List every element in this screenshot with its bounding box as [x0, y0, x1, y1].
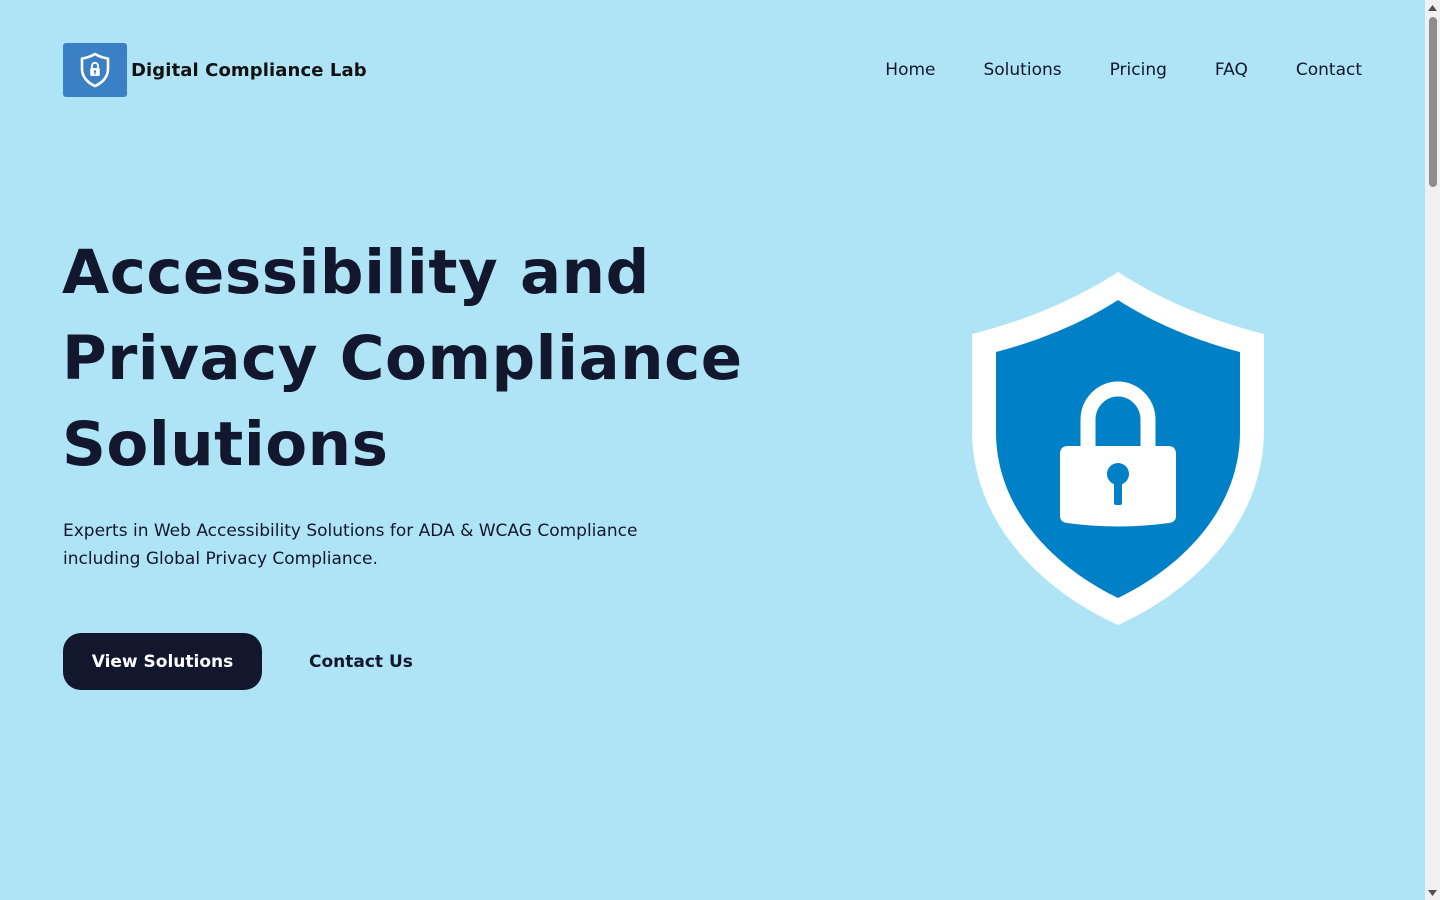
scrollbar-thumb[interactable]	[1429, 17, 1437, 187]
hero-title: Accessibility and Privacy Compliance Sol…	[62, 230, 842, 488]
hero-title-line: Solutions	[62, 409, 389, 480]
brand-name: Digital Compliance Lab	[131, 59, 367, 81]
nav-contact-link[interactable]: Contact	[1296, 58, 1362, 82]
view-solutions-button[interactable]: View Solutions	[63, 633, 262, 690]
vertical-scrollbar[interactable]	[1425, 0, 1440, 900]
scroll-up-arrow-icon[interactable]	[1425, 0, 1440, 15]
nav-home-link[interactable]: Home	[885, 58, 935, 82]
hero-title-line: Privacy Compliance	[62, 323, 743, 394]
nav-pricing-link[interactable]: Pricing	[1110, 58, 1167, 82]
hero-title-line: Accessibility and	[62, 237, 650, 308]
nav-solutions-link[interactable]: Solutions	[983, 58, 1061, 82]
nav-faq-link[interactable]: FAQ	[1215, 58, 1248, 82]
main-nav: Home Solutions Pricing FAQ Contact	[885, 58, 1362, 82]
shield-lock-icon	[972, 272, 1264, 625]
hero-subtitle-line: Experts in Web Accessibility Solutions f…	[63, 521, 638, 541]
scroll-down-arrow-icon[interactable]	[1425, 885, 1440, 900]
contact-us-button[interactable]: Contact Us	[295, 633, 427, 690]
brand-home-link[interactable]: Digital Compliance Lab	[63, 43, 367, 97]
hero-subtitle-line: including Global Privacy Compliance.	[63, 549, 378, 569]
shield-lock-icon	[80, 52, 110, 88]
page: Digital Compliance Lab Home Solutions Pr…	[0, 0, 1425, 900]
site-header: Digital Compliance Lab Home Solutions Pr…	[0, 0, 1425, 140]
brand-logo	[63, 43, 127, 97]
hero-subtitle: Experts in Web Accessibility Solutions f…	[63, 517, 663, 573]
